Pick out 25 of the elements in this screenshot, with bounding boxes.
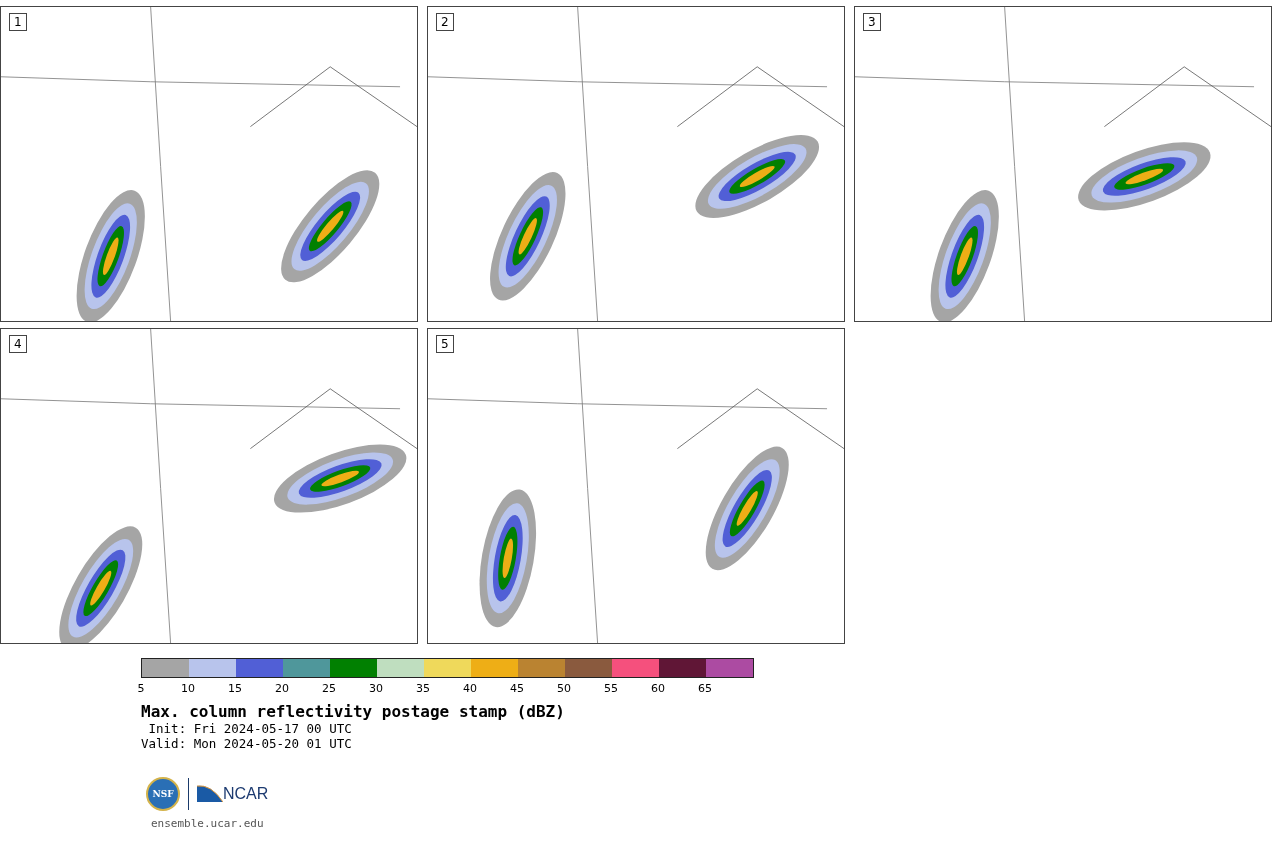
scale-label: 25 <box>322 682 336 695</box>
panel-number: 5 <box>436 335 454 353</box>
panel-number: 3 <box>863 13 881 31</box>
scale-label: 60 <box>651 682 665 695</box>
scale-label: 15 <box>228 682 242 695</box>
chart-title: Max. column reflectivity postage stamp (dBZ) <box>141 702 566 721</box>
scale-label: 10 <box>181 682 195 695</box>
nsf-logo: NSF <box>146 777 180 811</box>
scale-label: 45 <box>510 682 524 695</box>
scale-label: 65 <box>698 682 712 695</box>
scale-label: 20 <box>275 682 289 695</box>
panel-number: 4 <box>9 335 27 353</box>
swoosh-icon <box>197 784 223 804</box>
scale-label: 30 <box>369 682 383 695</box>
valid-time: Valid: Mon 2024-05-20 01 UTC <box>141 736 353 751</box>
panel-number: 2 <box>436 13 454 31</box>
ncar-logo: NCAR <box>223 785 269 803</box>
init-time: Init: Fri 2024-05-17 00 UTC <box>147 721 353 736</box>
scale-label: 55 <box>604 682 618 695</box>
scale-label: 40 <box>463 682 477 695</box>
scale-label: 50 <box>557 682 571 695</box>
scale-label: 5 <box>137 682 145 695</box>
site-url: ensemble.ucar.edu <box>151 817 265 830</box>
scale-label: 35 <box>416 682 430 695</box>
panel-number: 1 <box>9 13 27 31</box>
